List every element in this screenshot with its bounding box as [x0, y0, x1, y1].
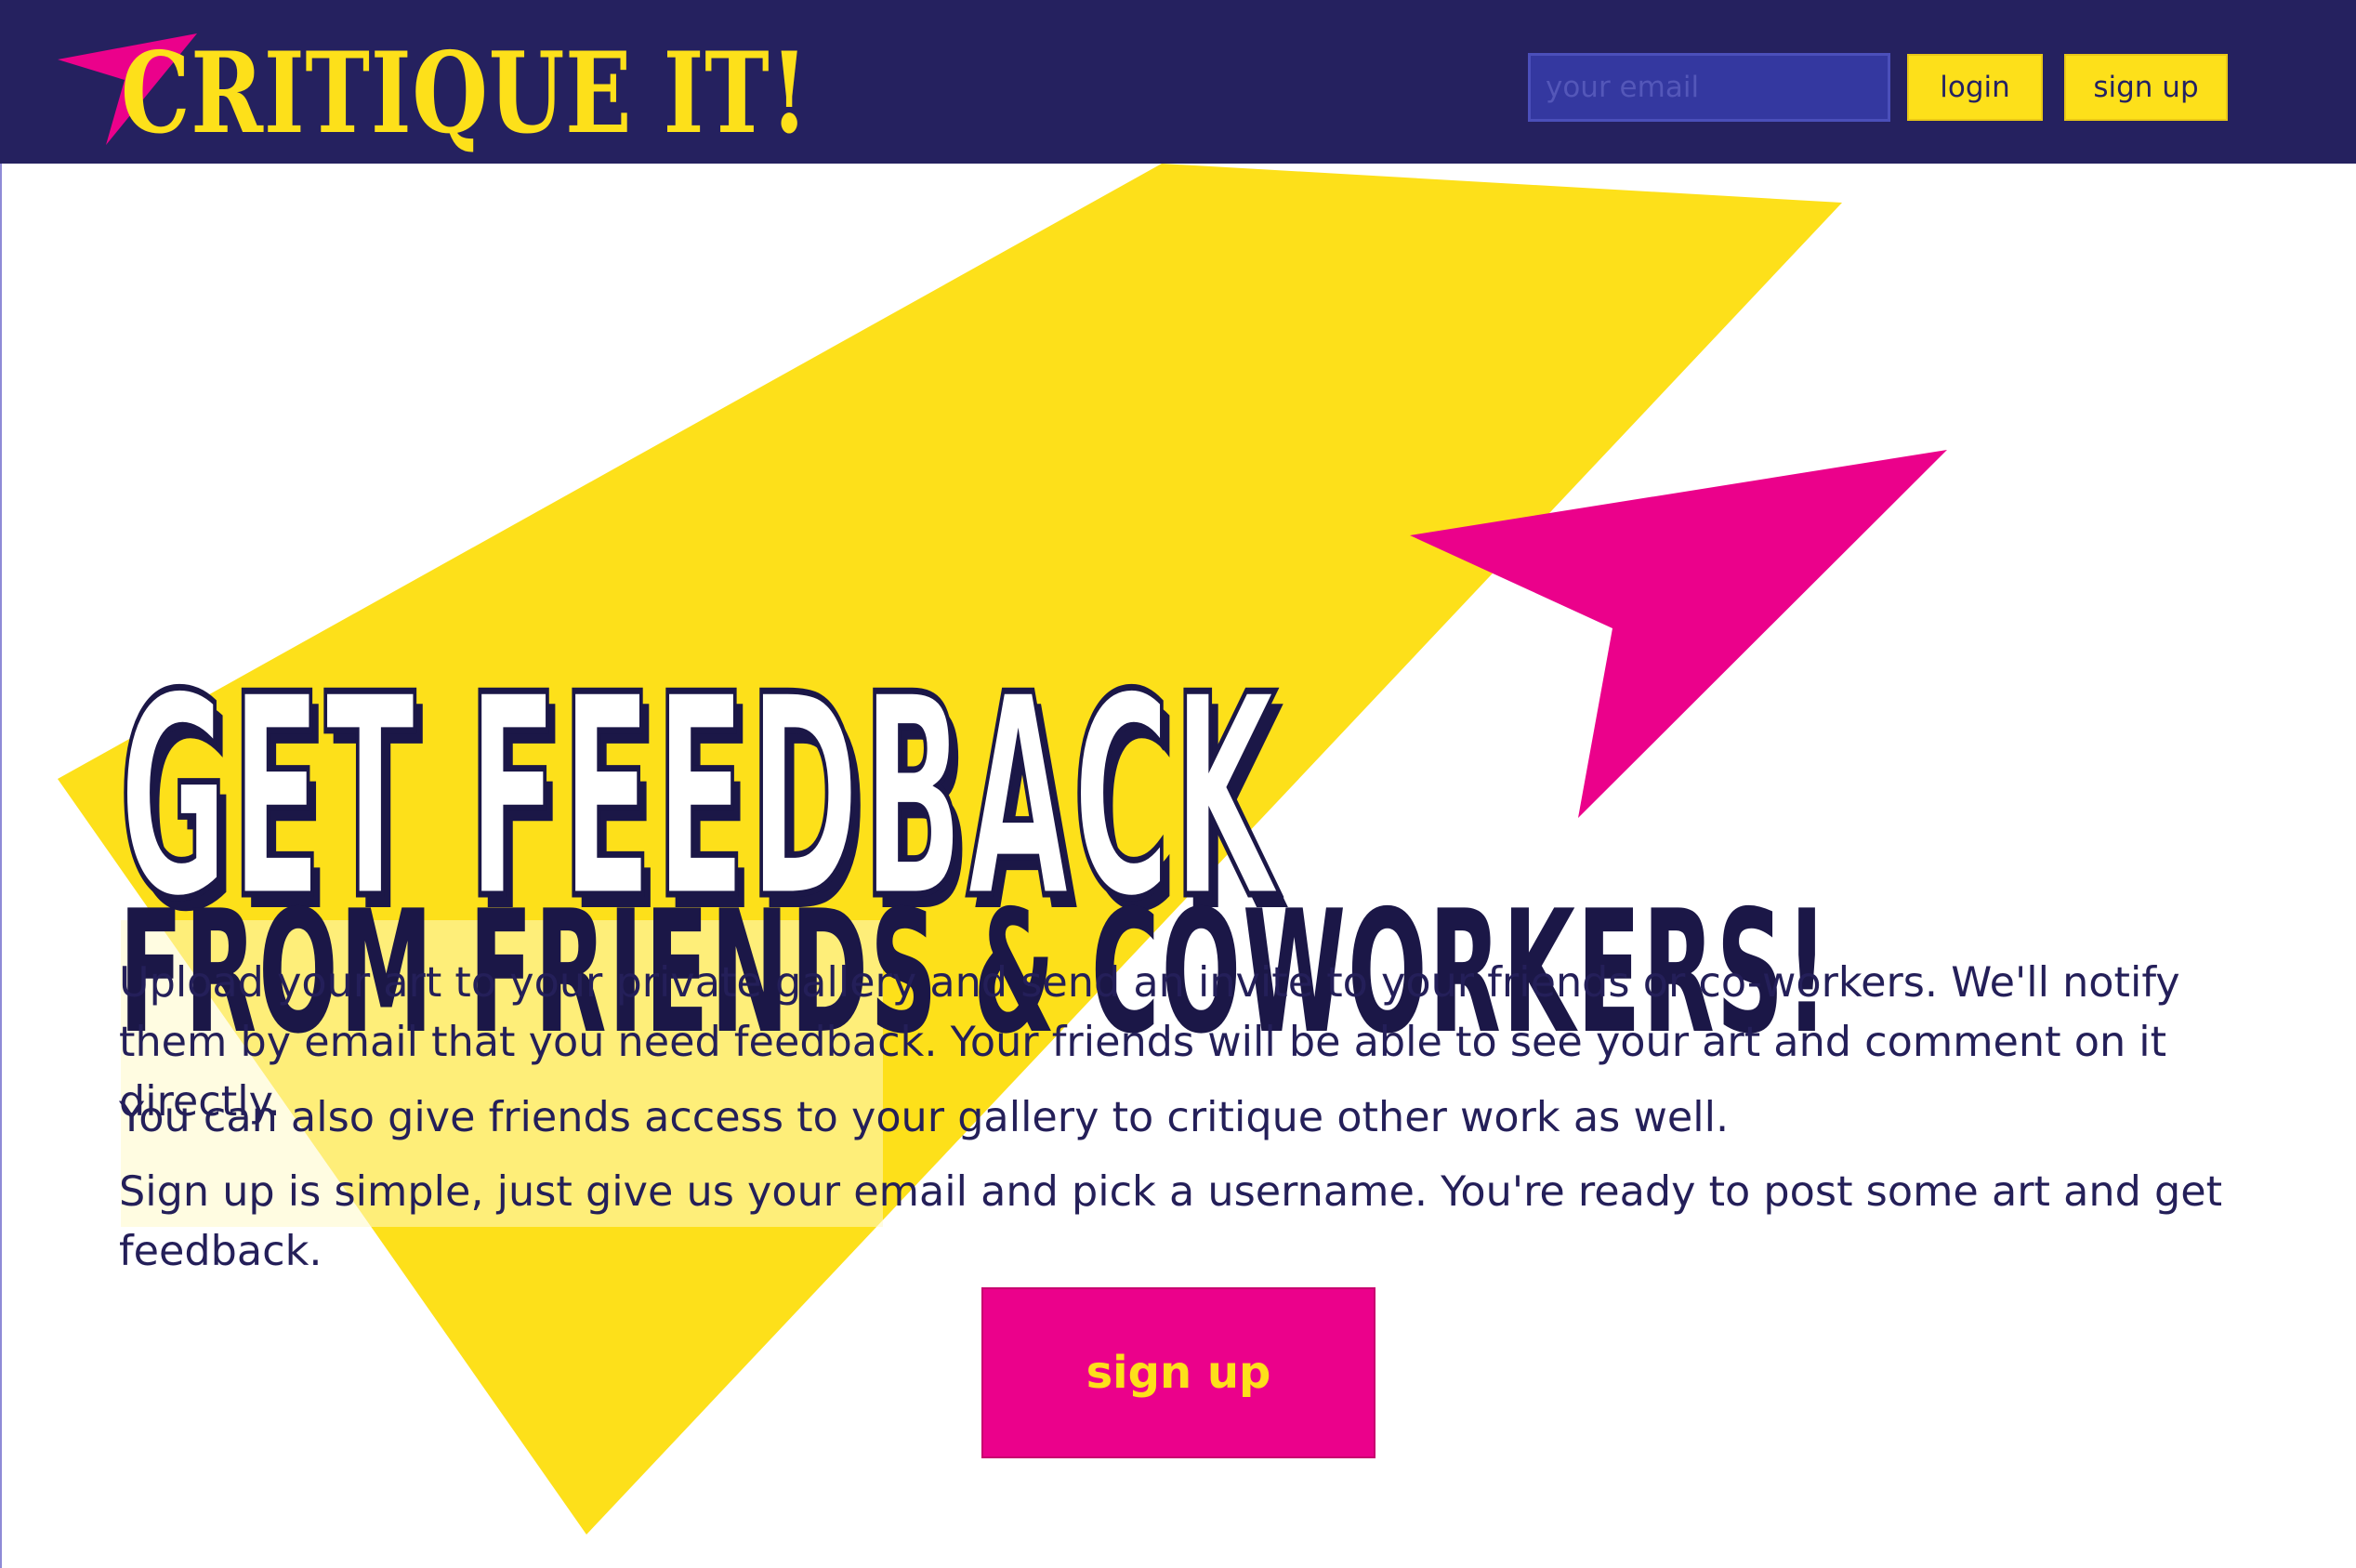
access-paragraph: You can also give friends access to your…: [119, 1094, 1730, 1141]
hero-section: GET FEEDBACK FROM FRIENDS & COWORKERS! U…: [0, 0, 2356, 1568]
header-sign-up-button[interactable]: sign up: [2064, 54, 2228, 121]
login-button[interactable]: login: [1907, 54, 2043, 121]
site-logo[interactable]: CRITIQUE IT!: [58, 24, 809, 164]
logo-text: CRITIQUE IT!: [121, 28, 809, 159]
email-input[interactable]: [1528, 53, 1890, 122]
sign-up-cta-button[interactable]: sign up: [981, 1287, 1375, 1458]
top-nav-bar: CRITIQUE IT! login sign up: [0, 0, 2356, 164]
signup-paragraph: Sign up is simple, just give us your ema…: [119, 1168, 2223, 1275]
